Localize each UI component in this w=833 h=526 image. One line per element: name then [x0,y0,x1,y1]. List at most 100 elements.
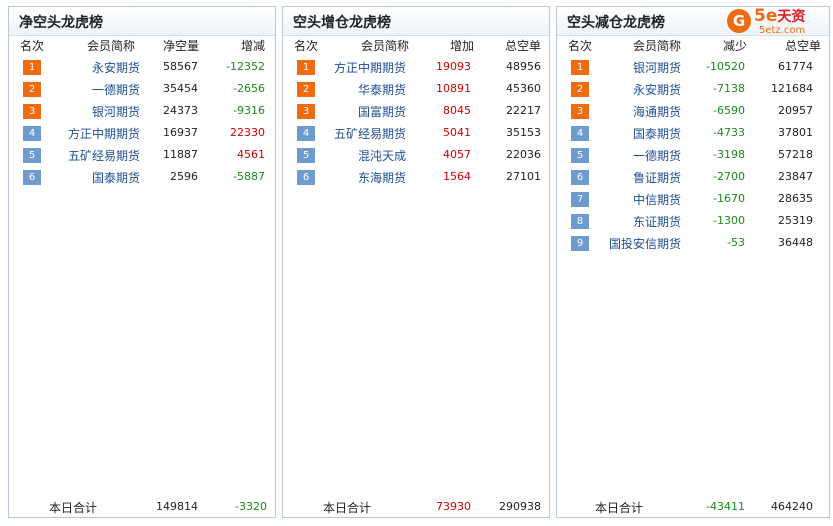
table-row: 4 国泰期货 -4733 37801 [557,124,829,144]
rank-badge: 1 [297,60,315,75]
rank-badge: 5 [297,148,315,163]
table-row: 2 永安期货 -7138 121684 [557,80,829,100]
table-row: 2 一德期货 35454 -2656 [9,80,275,100]
table-row: 4 方正中期期货 16937 22330 [9,124,275,144]
rank-badge: 3 [297,104,315,119]
member-name-link[interactable]: 银河期货 [92,103,140,120]
table-row: 8 东证期货 -1300 25319 [557,212,829,232]
rank-badge: 6 [297,170,315,185]
col-change: 增减 [240,39,265,53]
member-name-link[interactable]: 东证期货 [633,213,681,230]
total-short-value: 22217 [506,104,541,117]
short-decrease-panel: 空头减仓龙虎榜 名次 会员简称 减少 总空单 1 银河期货 -10520 61774 2… [556,6,830,518]
table-row: 3 海通期货 -6590 20957 [557,102,829,122]
rank-badge: 1 [571,60,589,75]
rank-badge: 8 [571,214,589,229]
total-short-value: 121684 [771,82,813,95]
panel-title: 空头减仓龙虎榜 [567,15,665,31]
total-short-value: 25319 [778,214,813,227]
member-name-link[interactable]: 国泰期货 [633,125,681,142]
member-name-link[interactable]: 永安期货 [92,59,140,76]
total-increase: 73930 [436,500,471,513]
logo-url: 5etz.com [759,25,806,36]
increase-value: 8045 [443,104,471,117]
total-short-value: 35153 [506,126,541,139]
table-row: 3 银河期货 24373 -9316 [9,102,275,122]
rank-badge: 2 [297,82,315,97]
table-row: 2 华泰期货 10891 45360 [283,80,549,100]
rank-badge: 7 [571,192,589,207]
table-header: 名次 会员简称 净空量 增减 [9,37,275,57]
member-name-link[interactable]: 五矿经易期货 [68,147,140,164]
member-name-link[interactable]: 国投安信期货 [609,235,681,252]
site-logo[interactable]: G 5e天资 5etz.com [726,6,830,38]
total-short-value: 48956 [506,60,541,73]
panel-title-bar: 净空头龙虎榜 [9,7,275,36]
table-row: 1 方正中期期货 19093 48956 [283,58,549,78]
total-net-short: 149814 [156,500,198,513]
change-value: -9316 [233,104,265,117]
member-name-link[interactable]: 国富期货 [358,103,406,120]
total-short-value: 27101 [506,170,541,183]
rank-badge: 1 [23,60,41,75]
decrease-value: -2700 [713,170,745,183]
table-row: 5 一德期货 -3198 57218 [557,146,829,166]
increase-value: 4057 [443,148,471,161]
member-name-link[interactable]: 海通期货 [633,103,681,120]
rank-badge: 2 [23,82,41,97]
total-change: -3320 [235,500,267,513]
panel-title: 空头增仓龙虎榜 [293,15,391,31]
decrease-value: -3198 [713,148,745,161]
member-name-link[interactable]: 东海期货 [358,169,406,186]
total-short-value: 57218 [778,148,813,161]
net-short-value: 2596 [170,170,198,183]
table-row: 5 五矿经易期货 11887 4561 [9,146,275,166]
table-row: 6 鲁证期货 -2700 23847 [557,168,829,188]
total-decrease: -43411 [706,500,745,513]
decrease-value: -6590 [713,104,745,117]
total-label: 本日合计 [323,501,372,515]
member-name-link[interactable]: 一德期货 [92,81,140,98]
table-row: 9 国投安信期货 -53 36448 [557,234,829,254]
panel-title: 净空头龙虎榜 [19,15,103,31]
total-short: 290938 [499,500,541,513]
table-row: 5 混沌天成 4057 22036 [283,146,549,166]
member-name-link[interactable]: 方正中期期货 [334,59,406,76]
table-row: 6 东海期货 1564 27101 [283,168,549,188]
member-name-link[interactable]: 华泰期货 [358,81,406,98]
table-row: 4 五矿经易期货 5041 35153 [283,124,549,144]
decrease-value: -53 [727,236,745,249]
member-name-link[interactable]: 五矿经易期货 [334,125,406,142]
total-short-value: 45360 [506,82,541,95]
member-name-link[interactable]: 混沌天成 [358,147,406,164]
change-value: 22330 [230,126,265,139]
col-rank: 名次 [294,39,319,53]
col-member: 会员简称 [633,39,682,53]
member-name-link[interactable]: 鲁证期货 [633,169,681,186]
rank-badge: 3 [23,104,41,119]
total-short-value: 28635 [778,192,813,205]
member-name-link[interactable]: 国泰期货 [92,169,140,186]
rank-badge: 3 [571,104,589,119]
member-name-link[interactable]: 银河期货 [633,59,681,76]
col-member: 会员简称 [87,39,136,53]
member-name-link[interactable]: 永安期货 [633,81,681,98]
change-value: 4561 [237,148,265,161]
total-label: 本日合计 [49,501,98,515]
rank-badge: 4 [297,126,315,141]
col-rank: 名次 [568,39,593,53]
logo-brand: 5e天资 [754,6,806,26]
col-total-short: 总空单 [784,39,821,53]
member-name-link[interactable]: 中信期货 [633,191,681,208]
change-value: -5887 [233,170,265,183]
net-short-value: 35454 [163,82,198,95]
member-name-link[interactable]: 一德期货 [633,147,681,164]
total-row: 本日合计 73930 290938 [283,499,549,517]
table-row: 1 永安期货 58567 -12352 [9,58,275,78]
net-short-value: 16937 [163,126,198,139]
table-row: 6 国泰期货 2596 -5887 [9,168,275,188]
member-name-link[interactable]: 方正中期期货 [68,125,140,142]
table-row: 1 银河期货 -10520 61774 [557,58,829,78]
net-short-value: 24373 [163,104,198,117]
rank-badge: 4 [571,126,589,141]
